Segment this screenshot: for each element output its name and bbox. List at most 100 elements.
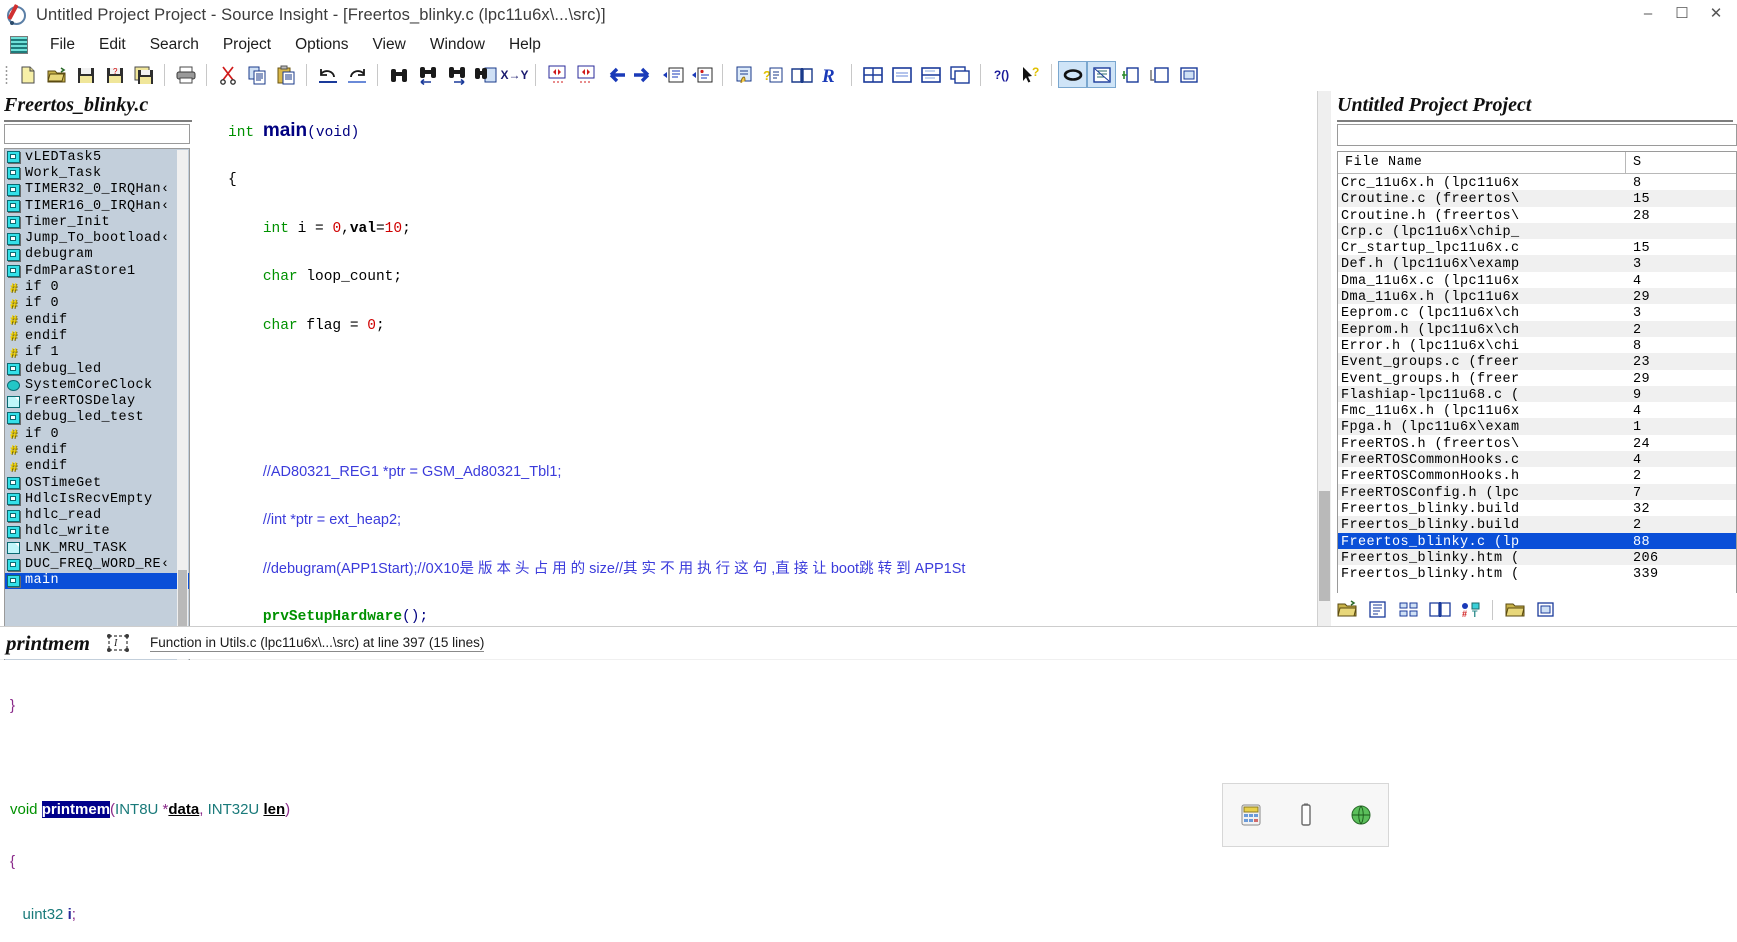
project-list-icon[interactable] (1393, 596, 1424, 623)
project-file-row[interactable]: Event_groups.h (freer 29 (1338, 370, 1736, 386)
column-header-size[interactable]: S (1633, 155, 1642, 170)
highlight-word-icon[interactable] (729, 61, 758, 88)
menu-item-file[interactable]: File (38, 34, 87, 56)
symbol-list[interactable]: vLEDTask5 Work_Task TIMER32_0_IRQHan‹ TIMER… (4, 148, 190, 688)
relation-window-icon[interactable] (1058, 61, 1087, 88)
context-window-icon[interactable] (1087, 61, 1116, 88)
menu-item-view[interactable]: View (361, 34, 418, 56)
symbol-list-item[interactable]: debugram (5, 247, 189, 263)
code-editor-window[interactable]: int main(void) { int i = 0,val=10; char … (196, 91, 1331, 626)
project-file-row[interactable]: Freertos_blinky.build 2 (1338, 516, 1736, 533)
project-file-row[interactable]: Dma_11u6x.h (lpc11u6x 29 (1338, 288, 1736, 305)
symbol-list-scrollbar[interactable] (177, 150, 188, 686)
project-file-row[interactable]: Eeprom.h (lpc11u6x\ch 2 (1338, 320, 1736, 337)
symbol-list-item[interactable]: main (5, 572, 189, 590)
replace-xy-icon[interactable]: X→Y (500, 61, 529, 88)
redo-arrow-icon[interactable] (342, 61, 371, 88)
close-button[interactable]: ✕ (1699, 0, 1733, 28)
project-file-row[interactable]: Fpga.h (lpc11u6x\exam 1 (1338, 418, 1736, 435)
project-file-row[interactable]: Croutine.c (freertos\ 15 (1338, 190, 1736, 207)
battery-icon[interactable] (1289, 798, 1323, 832)
paste-clipboard-icon[interactable] (271, 61, 300, 88)
maximize-button[interactable]: ☐ (1665, 0, 1699, 28)
open-folder-icon[interactable] (42, 61, 71, 88)
project-file-row[interactable]: Def.h (lpc11u6x\examp 3 (1338, 255, 1736, 272)
add-folder-icon[interactable] (1499, 596, 1530, 623)
project-file-row[interactable]: FreeRTOSConfig.h (lpc 7 (1338, 483, 1736, 500)
symbol-list-item[interactable]: # if 0 (5, 279, 189, 295)
symbol-list-item[interactable]: hdlc_write (5, 524, 189, 540)
project-browse-icon[interactable] (1424, 596, 1455, 623)
reference-tree-icon[interactable]: R (816, 61, 845, 88)
project-window-icon[interactable] (1145, 61, 1174, 88)
project-file-row[interactable]: Freertos_blinky.c (lp 88 (1338, 532, 1736, 549)
clip-window-icon[interactable] (1174, 61, 1203, 88)
project-search-input[interactable] (1337, 124, 1737, 146)
symbol-list-item[interactable]: hdlc_read (5, 508, 189, 524)
jump-forward-icon[interactable] (629, 61, 658, 88)
undo-arrow-icon[interactable] (313, 61, 342, 88)
symbol-list-item[interactable]: TIMER32_0_IRQHan‹ (5, 182, 189, 198)
project-file-row[interactable]: FreeRTOSCommonHooks.h 2 (1338, 467, 1736, 483)
symbol-list-item[interactable]: debug_led_test (5, 410, 189, 426)
jump-to-caller-icon[interactable] (687, 61, 716, 88)
column-header-file-name[interactable]: File Name (1345, 155, 1422, 170)
menu-item-window[interactable]: Window (418, 34, 497, 56)
project-file-row[interactable]: Crc_11u6x.h (lpc11u6x 8 (1338, 174, 1736, 190)
symbol-types-icon[interactable]: # T (1455, 596, 1486, 623)
menu-item-search[interactable]: Search (138, 34, 211, 56)
search-forward-icon[interactable] (442, 61, 471, 88)
project-file-row[interactable]: FreeRTOS.h (freertos\ 24 (1338, 435, 1736, 451)
new-file-icon[interactable] (13, 61, 42, 88)
pointer-help-icon[interactable]: ? (1016, 61, 1045, 88)
symbol-list-item[interactable]: # endif (5, 459, 189, 475)
context-window-code[interactable]: } void printmem(INT8U *data, INT32U len)… (0, 660, 1737, 942)
symbol-list-item[interactable]: # if 0 (5, 296, 189, 312)
menu-item-options[interactable]: Options (283, 34, 360, 56)
menu-item-help[interactable]: Help (497, 34, 553, 56)
project-file-row[interactable]: Event_groups.c (freer 23 (1338, 353, 1736, 370)
symbol-list-item[interactable]: TIMER16_0_IRQHan‹ (5, 198, 189, 214)
project-file-row[interactable]: Eeprom.c (lpc11u6x\ch 3 (1338, 304, 1736, 320)
symbol-list-item[interactable]: OSTimeGet (5, 475, 189, 491)
cascade-windows-icon[interactable] (945, 61, 974, 88)
symbol-window-icon[interactable] (1116, 61, 1145, 88)
symbol-list-item[interactable]: debug_led (5, 361, 189, 377)
project-file-row[interactable]: Cr_startup_lpc11u6x.c 15 (1338, 239, 1736, 255)
calculator-icon[interactable] (1234, 798, 1268, 832)
search-binoculars-icon[interactable] (384, 61, 413, 88)
copy-icon[interactable] (242, 61, 271, 88)
project-file-row[interactable]: Freertos_blinky.build 32 (1338, 500, 1736, 516)
symbol-search-input[interactable] (4, 124, 190, 144)
symbol-list-item[interactable]: vLEDTask5 (5, 149, 189, 165)
jump-back-icon[interactable] (600, 61, 629, 88)
search-backward-icon[interactable] (413, 61, 442, 88)
symbol-list-item[interactable]: FdmParaStore1 (5, 263, 189, 279)
symbol-list-item[interactable]: # endif (5, 442, 189, 458)
symbol-list-item[interactable]: Jump_To_bootload‹ (5, 230, 189, 246)
editor-vertical-scrollbar[interactable] (1317, 91, 1331, 626)
jump-to-definition-icon[interactable] (658, 61, 687, 88)
search-files-icon[interactable] (471, 61, 500, 88)
context-symbol-icon[interactable]: I (104, 632, 132, 654)
vertical-split-icon[interactable] (916, 61, 945, 88)
open-project-file-icon[interactable] (1331, 596, 1362, 623)
project-file-row[interactable]: Freertos_blinky.htm (339 (1338, 565, 1736, 581)
minimize-button[interactable]: – (1631, 0, 1665, 28)
project-file-row[interactable]: Flashiap-lpc11u68.c (9 (1338, 385, 1736, 403)
project-file-row[interactable]: Error.h (lpc11u6x\chi 8 (1338, 337, 1736, 353)
project-file-row[interactable]: Dma_11u6x.c (lpc11u6x 4 (1338, 272, 1736, 288)
context-help-icon[interactable]: ?() (987, 61, 1016, 88)
horizontal-split-icon[interactable] (887, 61, 916, 88)
symbol-list-item[interactable]: LNK_MRU_TASK (5, 540, 189, 556)
symbol-list-item[interactable]: Timer_Init (5, 214, 189, 230)
menu-item-project[interactable]: Project (211, 34, 283, 56)
symbol-list-item[interactable]: # endif (5, 312, 189, 328)
symbol-list-item[interactable]: HdlcIsRecvEmpty (5, 491, 189, 507)
project-file-row[interactable]: Freertos_blinky.htm (206 (1338, 548, 1736, 566)
symbol-list-item[interactable]: SystemCoreClock (5, 377, 189, 393)
tile-windows-icon[interactable] (858, 61, 887, 88)
smart-rename-icon[interactable]: ? (758, 61, 787, 88)
symbol-list-item[interactable]: # endif (5, 328, 189, 344)
cut-scissors-icon[interactable] (213, 61, 242, 88)
